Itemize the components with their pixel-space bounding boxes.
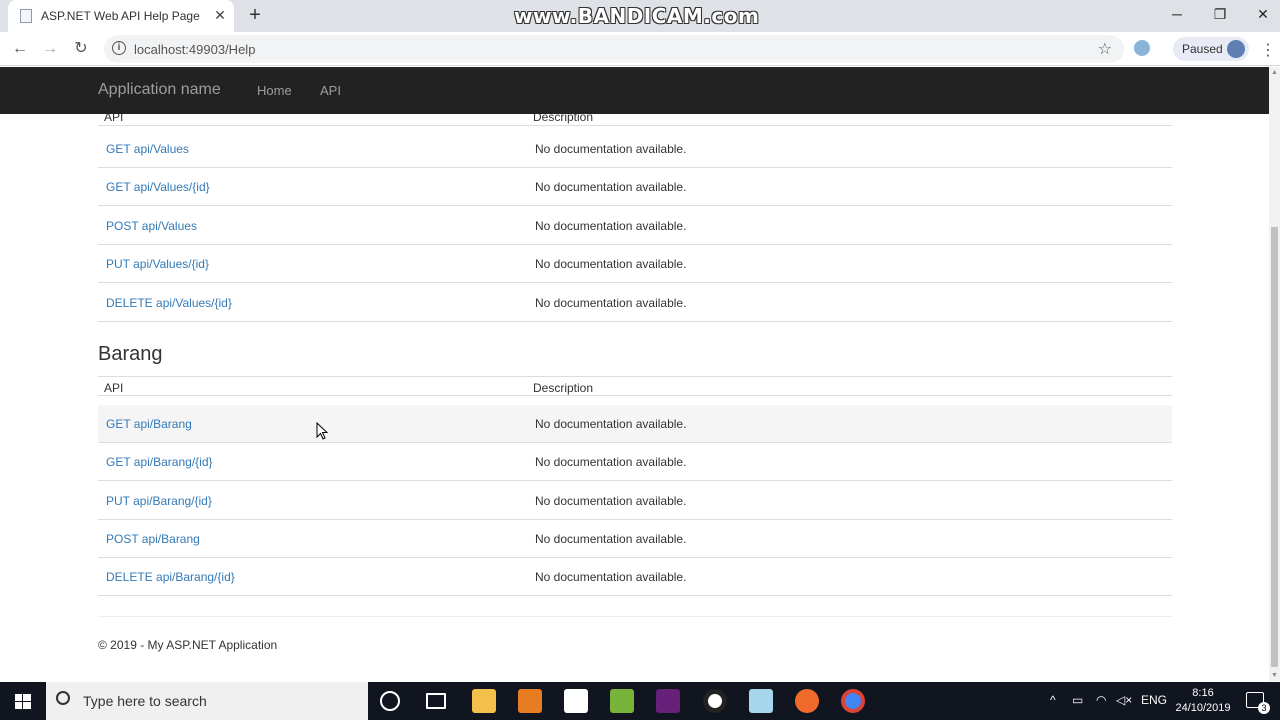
search-icon — [56, 691, 70, 705]
api-link[interactable]: GET api/Barang — [106, 417, 192, 431]
barang-table-header: API Description — [98, 376, 1172, 396]
api-link[interactable]: DELETE api/Values/{id} — [106, 296, 232, 310]
footer-divider — [98, 616, 1172, 617]
table-row: PUT api/Barang/{id} No documentation ava… — [98, 482, 1172, 520]
back-icon[interactable]: ← — [9, 38, 31, 60]
notification-badge: 3 — [1258, 702, 1270, 714]
api-column-header: API — [104, 381, 124, 395]
chrome-icon[interactable] — [841, 689, 865, 713]
avatar — [1227, 40, 1245, 58]
api-link[interactable]: POST api/Barang — [106, 532, 200, 546]
api-link[interactable]: POST api/Values — [106, 219, 197, 233]
search-placeholder: Type here to search — [83, 693, 207, 709]
network-icon[interactable]: ▭ — [1072, 693, 1083, 707]
table-row: DELETE api/Barang/{id} No documentation … — [98, 558, 1172, 596]
table-row: DELETE api/Values/{id} No documentation … — [98, 284, 1172, 322]
sublime-text-icon[interactable] — [518, 689, 542, 713]
menu-icon[interactable]: ⋮ — [1260, 40, 1276, 60]
scroll-down-icon[interactable]: ▼ — [1271, 672, 1278, 679]
taskbar-search[interactable]: Type here to search — [46, 682, 368, 720]
forward-icon[interactable]: → — [39, 38, 61, 60]
bookmark-star-icon[interactable]: ☆ — [1098, 39, 1112, 59]
address-bar[interactable]: i localhost:49903/Help ☆ — [104, 35, 1124, 63]
api-link[interactable]: PUT api/Values/{id} — [106, 257, 209, 271]
info-icon[interactable]: i — [112, 41, 126, 55]
store-icon[interactable] — [564, 689, 588, 713]
new-tab-icon[interactable]: + — [244, 4, 266, 26]
extension-icon[interactable] — [1134, 40, 1150, 56]
windows-logo-icon — [15, 694, 31, 709]
clock[interactable]: 8:16 24/10/2019 — [1172, 686, 1234, 716]
browser-tab[interactable]: ASP.NET Web API Help Page ✕ — [8, 0, 234, 32]
language-indicator[interactable]: ENG — [1141, 693, 1167, 707]
url-text[interactable]: localhost:49903/Help — [134, 42, 255, 57]
footer-text: © 2019 - My ASP.NET Application — [98, 638, 278, 652]
tab-strip: ASP.NET Web API Help Page ✕ + www.BANDIC… — [0, 0, 1280, 32]
app-icon-2[interactable] — [749, 689, 773, 713]
mouse-cursor-icon — [316, 422, 329, 440]
nav-link-api[interactable]: API — [320, 83, 341, 98]
wifi-icon[interactable]: ◠ — [1096, 693, 1106, 707]
minimize-icon[interactable]: ─ — [1155, 0, 1199, 30]
restore-icon[interactable]: ❐ — [1198, 0, 1242, 30]
volume-icon[interactable]: ◁× — [1116, 693, 1132, 707]
app-icon[interactable] — [610, 689, 634, 713]
show-hidden-icons-icon[interactable]: ^ — [1050, 693, 1056, 707]
page-scrollbar[interactable]: ▲ ▼ — [1269, 67, 1280, 681]
close-tab-icon[interactable]: ✕ — [211, 6, 229, 24]
section-title-barang: Barang — [98, 343, 163, 365]
task-view-icon[interactable] — [426, 693, 446, 709]
site-navbar: Application name Home API — [0, 67, 1269, 114]
table-row: GET api/Values/{id} No documentation ava… — [98, 168, 1172, 206]
clock-time: 8:16 — [1192, 687, 1214, 699]
brand-link[interactable]: Application name — [98, 81, 221, 99]
nav-link-home[interactable]: Home — [257, 83, 292, 98]
table-row: GET api/Barang/{id} No documentation ava… — [98, 443, 1172, 481]
scroll-up-icon[interactable]: ▲ — [1271, 69, 1278, 76]
clock-date: 24/10/2019 — [1175, 702, 1231, 714]
description-column-header: Description — [533, 381, 594, 395]
cortana-icon[interactable] — [380, 691, 400, 711]
api-link[interactable]: DELETE api/Barang/{id} — [106, 570, 235, 584]
api-link[interactable]: PUT api/Barang/{id} — [106, 494, 212, 508]
table-row: POST api/Values No documentation availab… — [98, 207, 1172, 245]
web-page: API Description GET api/Values No docume… — [0, 67, 1269, 681]
api-description: No documentation available. — [535, 180, 687, 194]
taskbar: Type here to search ^ ▭ ◠ ◁× ENG 8:16 24… — [0, 682, 1280, 720]
watermark: www.BANDICAM.com — [514, 4, 760, 28]
api-link[interactable]: GET api/Values/{id} — [106, 180, 210, 194]
table-row: PUT api/Values/{id} No documentation ava… — [98, 245, 1172, 283]
postman-icon[interactable] — [795, 689, 819, 713]
table-row: GET api/Values No documentation availabl… — [98, 130, 1172, 168]
file-explorer-icon[interactable] — [472, 689, 496, 713]
api-description: No documentation available. — [535, 257, 687, 271]
tab-title: ASP.NET Web API Help Page — [41, 9, 200, 23]
browser-toolbar: ← → ↻ i localhost:49903/Help ☆ — [0, 32, 1280, 66]
reload-icon[interactable]: ↻ — [70, 38, 92, 60]
page-icon — [20, 9, 32, 23]
api-description: No documentation available. — [535, 455, 687, 469]
api-link[interactable]: GET api/Values — [106, 142, 189, 156]
api-link[interactable]: GET api/Barang/{id} — [106, 455, 213, 469]
api-description: No documentation available. — [535, 296, 687, 310]
api-description: No documentation available. — [535, 494, 687, 508]
record-icon[interactable] — [703, 689, 727, 713]
table-row: GET api/Barang No documentation availabl… — [98, 405, 1172, 443]
profile-button[interactable]: Paused — [1173, 37, 1249, 61]
api-description: No documentation available. — [535, 417, 687, 431]
api-description: No documentation available. — [535, 532, 687, 546]
scrollbar-thumb[interactable] — [1271, 227, 1278, 667]
api-description: No documentation available. — [535, 570, 687, 584]
api-description: No documentation available. — [535, 219, 687, 233]
visual-studio-icon[interactable] — [656, 689, 680, 713]
start-button[interactable] — [0, 682, 46, 720]
api-description: No documentation available. — [535, 142, 687, 156]
close-window-icon[interactable]: ✕ — [1241, 0, 1280, 30]
table-row: POST api/Barang No documentation availab… — [98, 520, 1172, 558]
profile-status: Paused — [1182, 42, 1223, 56]
